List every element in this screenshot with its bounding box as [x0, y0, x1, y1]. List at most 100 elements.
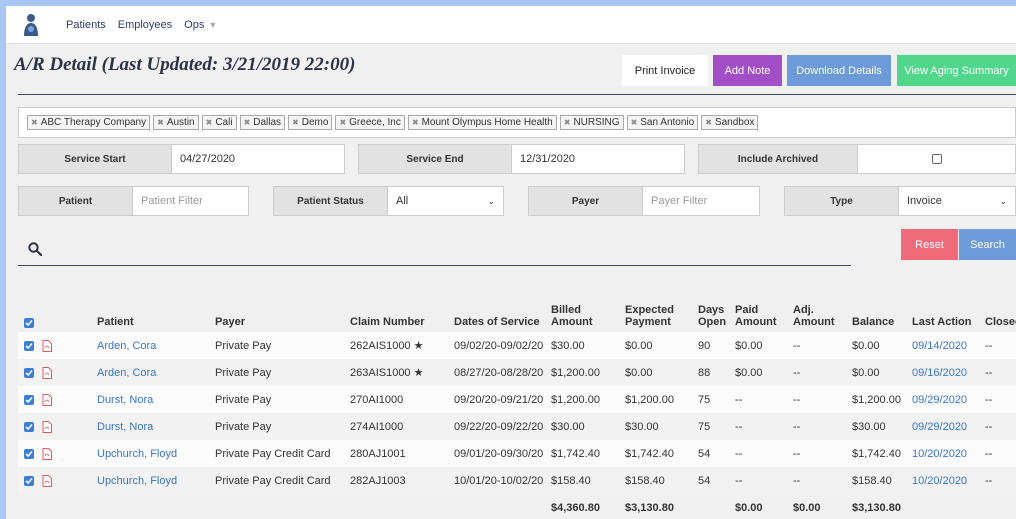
pdf-icon[interactable] [42, 447, 52, 460]
include-archived-checkbox[interactable] [931, 154, 942, 164]
table-row[interactable]: Arden, Cora Private Pay 262AIS1000 ★ 09/0… [18, 332, 1016, 359]
paid-cell: $0.00 [735, 366, 763, 379]
patient-link[interactable]: Arden, Cora [97, 332, 156, 359]
patient-link[interactable]: Upchurch, Floyd [97, 440, 177, 467]
payer-cell: Private Pay [215, 366, 272, 379]
agency-tag[interactable]: ✖ Sandbox [701, 115, 759, 130]
search-icon[interactable] [28, 242, 42, 256]
select-all-cell [24, 294, 34, 332]
claim-number: 280AJ1001 [350, 447, 406, 460]
table-row[interactable]: Upchurch, Floyd Private Pay Credit Card … [18, 440, 1016, 467]
remove-icon[interactable]: ✖ [206, 118, 213, 127]
agency-tag[interactable]: ✖ San Antonio [626, 115, 699, 130]
service-end-input[interactable]: 12/31/2020 [511, 144, 685, 174]
payer-filter-input[interactable]: Payer Filter [642, 186, 760, 216]
header-balance[interactable]: Balance [852, 294, 894, 332]
header-payer[interactable]: Payer [215, 294, 245, 332]
remove-icon[interactable]: ✖ [31, 118, 38, 127]
agency-tag[interactable]: ✖ Dallas [239, 115, 286, 130]
remove-icon[interactable]: ✖ [244, 118, 251, 127]
pdf-icon[interactable] [42, 393, 52, 406]
expected-cell: $158.40 [625, 474, 665, 487]
row-checkbox[interactable] [24, 448, 34, 459]
header-days-open[interactable]: Days Open [698, 294, 732, 332]
last-action-link[interactable]: 09/29/2020 [912, 413, 967, 440]
nav-ops[interactable]: Ops ▼ [184, 19, 217, 31]
row-checkbox[interactable] [24, 367, 34, 378]
search-button[interactable]: Search [959, 229, 1016, 260]
header-last-action[interactable]: Last Action [912, 294, 972, 332]
agency-tag[interactable]: ✖ Cali [201, 115, 237, 130]
agency-tag[interactable]: ✖ ABC Therapy Company [27, 115, 151, 130]
days-open-cell: 54 [698, 447, 711, 460]
remove-icon[interactable]: ✖ [705, 118, 712, 127]
download-details-button[interactable]: Download Details [787, 55, 891, 86]
nav-employees[interactable]: Employees [118, 19, 172, 31]
row-checkbox[interactable] [24, 421, 34, 432]
table-row[interactable]: Arden, Cora Private Pay 263AIS1000 ★ 08/2… [18, 359, 1016, 386]
patient-filter-input[interactable]: Patient Filter [132, 186, 249, 216]
patient-link[interactable]: Durst, Nora [97, 413, 153, 440]
header-billed-amount[interactable]: Billed Amount [551, 294, 611, 332]
row-checkbox-cell [24, 440, 34, 467]
header-closed[interactable]: Closed [985, 294, 1016, 332]
remove-icon[interactable]: ✖ [564, 118, 571, 127]
patient-link[interactable]: Arden, Cora [97, 359, 156, 386]
header-expected-payment[interactable]: Expected Payment [625, 294, 685, 332]
total-paid: $0.00 [735, 501, 763, 514]
last-action-link[interactable]: 09/14/2020 [912, 332, 967, 359]
last-action-link[interactable]: 09/29/2020 [912, 386, 967, 413]
claim-number: 263AIS1000 [350, 366, 411, 379]
header-patient[interactable]: Patient [97, 294, 134, 332]
header-claim-number[interactable]: Claim Number [350, 294, 425, 332]
table-row[interactable]: Durst, Nora Private Pay 274AI1000 09/22/… [18, 413, 1016, 440]
remove-icon[interactable]: ✖ [339, 118, 346, 127]
select-all-checkbox[interactable] [24, 318, 34, 328]
reset-button[interactable]: Reset [901, 229, 958, 260]
service-start-input[interactable]: 04/27/2020 [171, 144, 345, 174]
add-note-button[interactable]: Add Note [713, 55, 782, 86]
remove-icon[interactable]: ✖ [412, 118, 419, 127]
patient-status-select[interactable]: All ⌄ [387, 186, 504, 216]
pdf-icon[interactable] [42, 366, 52, 379]
adj-cell: -- [793, 474, 801, 487]
last-action-link[interactable]: 09/16/2020 [912, 359, 967, 386]
type-select[interactable]: Invoice ⌄ [898, 186, 1016, 216]
agency-tag[interactable]: ✖ NURSING [559, 115, 624, 130]
agency-tag[interactable]: ✖ Demo [288, 115, 333, 130]
pdf-icon[interactable] [42, 420, 52, 433]
pdf-icon[interactable] [42, 339, 52, 352]
agency-tag[interactable]: ✖ Austin [153, 115, 199, 130]
type-value: Invoice [907, 195, 942, 207]
remove-icon[interactable]: ✖ [631, 118, 638, 127]
nav-patients[interactable]: Patients [66, 19, 106, 31]
header-dates-of-service[interactable]: Dates of Service [454, 294, 540, 332]
claim-number-cell: 282AJ1003 [350, 467, 409, 494]
closed-cell: -- [985, 393, 993, 406]
expected-cell: $1,742.40 [625, 447, 674, 460]
last-action-link[interactable]: 10/20/2020 [912, 440, 967, 467]
remove-icon[interactable]: ✖ [157, 118, 164, 127]
print-invoice-button[interactable]: Print Invoice [622, 55, 708, 86]
pdf-icon[interactable] [42, 474, 52, 487]
agency-tag-label: Sandbox [714, 117, 755, 128]
header-paid-amount[interactable]: Paid Amount [735, 294, 785, 332]
check-icon [25, 450, 33, 457]
patient-link[interactable]: Upchurch, Floyd [97, 467, 177, 494]
check-icon [25, 396, 33, 403]
header-adj-amount[interactable]: Adj. Amount [793, 294, 843, 332]
patient-link[interactable]: Durst, Nora [97, 386, 153, 413]
agency-tag[interactable]: ✖ Greece, Inc [335, 115, 405, 130]
view-aging-summary-button[interactable]: View Aging Summary [897, 55, 1016, 86]
agency-tag-label: Demo [301, 117, 329, 128]
billed-cell: $1,200.00 [551, 366, 600, 379]
row-checkbox[interactable] [24, 394, 34, 405]
row-checkbox[interactable] [24, 340, 34, 351]
row-checkbox[interactable] [24, 475, 34, 486]
table-row[interactable]: Upchurch, Floyd Private Pay Credit Card … [18, 467, 1016, 494]
agency-tag[interactable]: ✖ Mount Olympus Home Health [407, 115, 557, 130]
last-action-link[interactable]: 10/20/2020 [912, 467, 967, 494]
table-row[interactable]: Durst, Nora Private Pay 270AI1000 09/20/… [18, 386, 1016, 413]
agency-filter[interactable]: ✖ ABC Therapy Company ✖ Austin ✖ Cali ✖ Dall… [18, 107, 1016, 138]
remove-icon[interactable]: ✖ [292, 118, 299, 127]
